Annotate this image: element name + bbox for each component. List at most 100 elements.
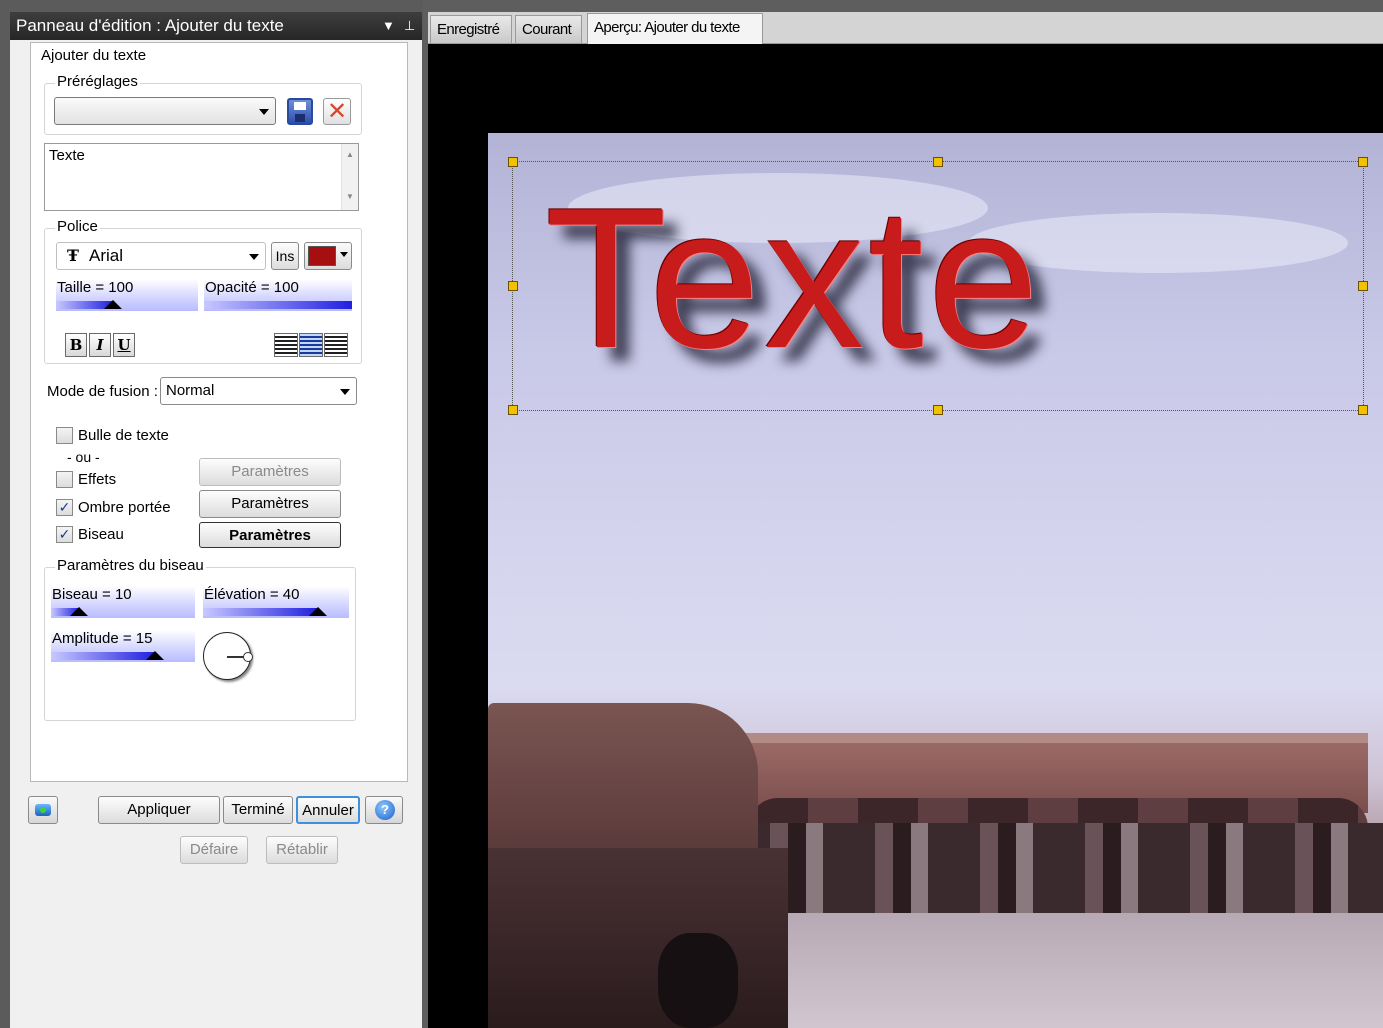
resize-handle-left[interactable] [508, 281, 518, 291]
ins-button[interactable]: Ins [271, 242, 299, 270]
elevation-slider[interactable]: Élévation = 40 [203, 586, 349, 618]
text-input-value: Texte [49, 147, 85, 164]
done-button[interactable]: Terminé [223, 796, 293, 824]
light-direction-knob[interactable] [243, 652, 253, 662]
resize-handle-right[interactable] [1358, 281, 1368, 291]
scroll-down-icon[interactable]: ▼ [346, 192, 354, 201]
bubble-checkbox[interactable] [56, 427, 73, 444]
presets-group: Préréglages ✕ [44, 73, 362, 135]
truck-tarp [488, 703, 758, 853]
size-slider-thumb[interactable] [104, 300, 122, 309]
tab-current[interactable]: Courant [515, 15, 582, 44]
pin-icon[interactable]: ⊥ [404, 12, 415, 40]
amplitude-slider-thumb[interactable] [146, 651, 164, 660]
effects-label: Effets [78, 471, 117, 488]
dropdown-arrow-icon[interactable]: ▼ [382, 12, 395, 40]
add-text-tab-sheet: Ajouter du texte Préréglages ✕ Texte ▲ ▼… [30, 42, 408, 782]
bevel-checkbox[interactable]: ✓ [56, 526, 73, 543]
resize-handle-bottom[interactable] [933, 405, 943, 415]
edit-panel: Panneau d'édition : Ajouter du texte ▼ ⊥… [0, 0, 423, 1028]
chevron-down-icon [249, 254, 259, 260]
bevel-params-group: Paramètres du biseau Biseau = 10 Élévati… [44, 557, 356, 721]
align-center-icon[interactable] [299, 333, 323, 357]
tab-label: Ajouter du texte [41, 47, 147, 64]
font-family-dropdown[interactable]: Ŧ Arial [56, 242, 266, 270]
bevel-slider[interactable]: Biseau = 10 [51, 586, 195, 618]
parked-trucks [748, 823, 1383, 913]
amplitude-slider-label: Amplitude = 15 [52, 630, 153, 647]
tab-saved[interactable]: Enregistré [430, 15, 512, 44]
amplitude-slider-fill [51, 652, 155, 660]
text-input[interactable]: Texte ▲ ▼ [44, 143, 359, 211]
tab-preview-add-text[interactable]: Aperçu: Ajouter du texte [587, 13, 763, 45]
undo-button[interactable]: Défaire [180, 836, 248, 864]
light-direction-dial[interactable] [203, 632, 253, 680]
blend-mode-value: Normal [166, 382, 215, 399]
text-scrollbar[interactable]: ▲ ▼ [341, 144, 358, 210]
bubble-label: Bulle de texte [78, 427, 169, 444]
font-color-swatch [308, 246, 336, 266]
preview-area: Texte [428, 44, 1383, 1028]
truetype-font-icon: Ŧ [67, 246, 79, 265]
presets-dropdown[interactable] [54, 97, 276, 125]
font-color-picker[interactable] [304, 242, 352, 270]
redo-button[interactable]: Rétablir [266, 836, 338, 864]
bevel-params-group-label: Paramètres du biseau [55, 557, 206, 574]
bevel-label: Biseau [78, 526, 124, 543]
chevron-down-icon [259, 109, 269, 115]
bold-button[interactable]: B [65, 333, 87, 357]
bevel-slider-label: Biseau = 10 [52, 586, 132, 603]
elevation-slider-thumb[interactable] [309, 607, 327, 616]
italic-button[interactable]: I [89, 333, 111, 357]
size-slider-label: Taille = 100 [57, 279, 134, 296]
opacity-slider-label: Opacité = 100 [205, 279, 299, 296]
font-group: Police Ŧ Arial Ins Taille = 100 Opacité … [44, 218, 362, 364]
presets-group-label: Préréglages [55, 73, 140, 90]
resize-handle-bottom-left[interactable] [508, 405, 518, 415]
chevron-down-icon [340, 389, 350, 395]
text-selection-box[interactable]: Texte [508, 157, 1368, 415]
delete-preset-icon[interactable]: ✕ [323, 98, 351, 125]
drop-shadow-settings-button[interactable]: Paramètres [199, 490, 341, 518]
save-preset-icon[interactable] [287, 98, 313, 125]
resize-handle-top[interactable] [933, 157, 943, 167]
scroll-up-icon[interactable]: ▲ [346, 150, 354, 159]
panel-options-button[interactable] [28, 796, 58, 824]
truck-body [488, 848, 788, 1028]
overlay-text[interactable]: Texte [545, 174, 1043, 384]
help-icon: ? [375, 800, 395, 820]
underline-button[interactable]: U [113, 333, 135, 357]
opacity-slider[interactable]: Opacité = 100 [204, 279, 352, 311]
panel-options-icon [35, 804, 51, 816]
cancel-button[interactable]: Annuler [296, 796, 360, 824]
bevel-settings-button[interactable]: Paramètres [199, 522, 341, 548]
elevation-slider-label: Élévation = 40 [204, 586, 300, 603]
chevron-down-icon [340, 252, 348, 257]
effects-settings-button[interactable]: Paramètres [199, 458, 341, 486]
blend-mode-dropdown[interactable]: Normal [160, 377, 357, 405]
help-button[interactable]: ? [365, 796, 403, 824]
align-right-icon[interactable] [324, 333, 348, 357]
truck-wheel [658, 933, 738, 1028]
font-group-label: Police [55, 218, 100, 235]
bevel-slider-thumb[interactable] [70, 607, 88, 616]
drop-shadow-checkbox[interactable]: ✓ [56, 499, 73, 516]
gravel-ground [748, 913, 1383, 1028]
panel-title: Panneau d'édition : Ajouter du texte [16, 16, 284, 35]
panel-title-bar: Panneau d'édition : Ajouter du texte ▼ ⊥ [10, 12, 422, 40]
size-slider[interactable]: Taille = 100 [56, 279, 198, 311]
opacity-slider-fill [204, 301, 352, 309]
elevation-slider-fill [203, 608, 318, 616]
panel-body: Ajouter du texte Préréglages ✕ Texte ▲ ▼… [10, 40, 422, 1028]
font-family-value: Arial [89, 246, 124, 265]
resize-handle-top-left[interactable] [508, 157, 518, 167]
drop-shadow-label: Ombre portée [78, 499, 171, 516]
resize-handle-bottom-right[interactable] [1358, 405, 1368, 415]
amplitude-slider[interactable]: Amplitude = 15 [51, 630, 195, 662]
preview-photo[interactable]: Texte [488, 133, 1383, 1028]
preview-tab-strip: Enregistré Courant Aperçu: Ajouter du te… [428, 12, 1383, 45]
align-left-icon[interactable] [274, 333, 298, 357]
effects-checkbox[interactable] [56, 471, 73, 488]
apply-button[interactable]: Appliquer [98, 796, 220, 824]
resize-handle-top-right[interactable] [1358, 157, 1368, 167]
